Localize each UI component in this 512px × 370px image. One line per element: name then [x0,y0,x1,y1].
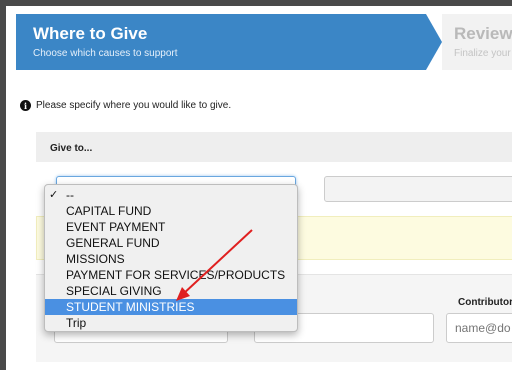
info-circle-icon: i [20,100,31,111]
info-message: i Please specify where you would like to… [20,100,231,111]
step-review-subtitle: Finalize your [454,48,511,59]
step-review-title: Review [454,24,512,43]
dropdown-option[interactable]: EVENT PAYMENT [45,219,297,235]
fund-dropdown-menu: ✓ -- CAPITAL FUND EVENT PAYMENT GENERAL F… [44,184,298,332]
dropdown-option[interactable]: CAPITAL FUND [45,203,297,219]
checkmark-icon: ✓ [49,189,59,201]
step-where-to-give-title: Where to Give [33,24,148,43]
email-field[interactable] [446,313,512,343]
dropdown-option[interactable]: ✓ -- [45,187,297,203]
dropdown-option[interactable]: MISSIONS [45,251,297,267]
dropdown-option[interactable]: PAYMENT FOR SERVICES/PRODUCTS [45,267,297,283]
give-to-label: Give to... [50,143,93,154]
step-arrow-tip [426,14,442,70]
step-where-to-give-subtitle: Choose which causes to support [33,48,178,59]
info-text: Please specify where you would like to g… [36,100,232,111]
dropdown-option-highlighted[interactable]: STUDENT MINISTRIES [45,299,297,315]
dropdown-option[interactable]: SPECIAL GIVING [45,283,297,299]
page-frame: Where to Give Choose which causes to sup… [0,0,512,370]
amount-field[interactable] [324,176,512,202]
dropdown-option[interactable]: GENERAL FUND [45,235,297,251]
wizard-steps: Where to Give Choose which causes to sup… [6,6,512,70]
dropdown-option[interactable]: Trip [45,315,297,331]
contributor-label: Contributor's [458,297,512,308]
give-to-header [36,132,512,162]
